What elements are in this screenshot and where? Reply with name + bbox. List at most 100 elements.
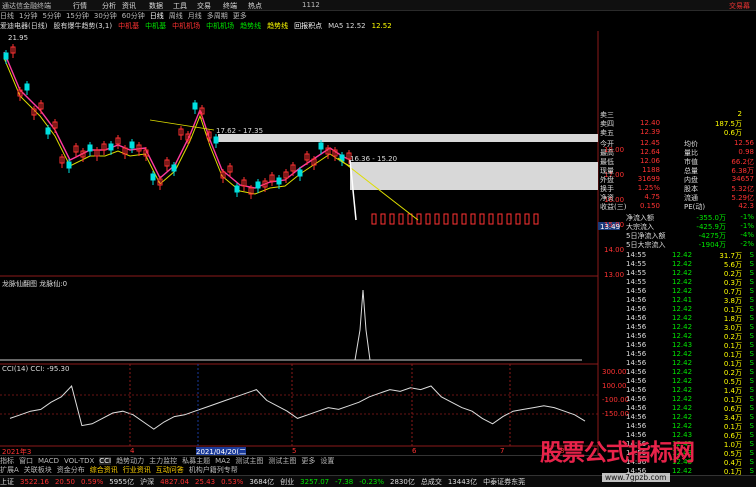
indicator-tab[interactable]: 私募主题 xyxy=(182,456,210,466)
indicator-tab[interactable]: 主力监控 xyxy=(149,456,177,466)
date-label: 7 xyxy=(500,447,505,455)
tick-row: 14:56 12.42 0.1万 S xyxy=(598,305,756,314)
sell-row-cell: 卖五 xyxy=(600,129,614,137)
indicator-tab[interactable]: MACD xyxy=(38,457,59,465)
candle-body xyxy=(171,164,177,172)
date-label: 4 xyxy=(130,447,135,455)
flow-row: 5日净流入额 -4275万 -4% xyxy=(598,231,756,240)
tick-row-cell: S xyxy=(749,413,754,421)
tick-row-cell: 12.42 xyxy=(672,404,693,412)
sell-row: 卖三 2 xyxy=(598,110,756,119)
tick-row: 14:55 12.42 0.3万 S xyxy=(598,278,756,287)
indicator-tab[interactable]: 趋势动力 xyxy=(116,456,144,466)
info-tab[interactable]: 综合资讯 xyxy=(90,465,118,475)
indicator-tab[interactable]: CCI xyxy=(99,456,112,465)
indicator-tab[interactable]: 设置 xyxy=(320,456,334,466)
info-row: 最低 12.06 市值 66.2亿 xyxy=(598,157,756,166)
status-item: 20.50 xyxy=(54,477,75,486)
tick-row-cell: 12.42 xyxy=(672,314,693,322)
status-item: 13443亿 xyxy=(447,477,478,486)
status-item: 3684亿 xyxy=(249,477,275,486)
info-row: 外盘 31699 内盘 34657 xyxy=(598,175,756,184)
tick-row-cell: 14:55 xyxy=(626,269,647,277)
candle-body xyxy=(150,173,156,181)
indicator-tab[interactable]: MA2 xyxy=(215,457,230,465)
candle-body xyxy=(434,213,440,225)
tick-row-cell: 14:56 xyxy=(626,350,647,358)
indicator-tab[interactable]: VOL-TDX xyxy=(64,457,94,465)
candle-body xyxy=(533,213,539,225)
box-label-upper: 17.62 - 17.35 xyxy=(216,127,264,135)
candle-body xyxy=(87,144,93,152)
tick-row-cell: S xyxy=(749,350,754,358)
tick-row-cell: 14:56 xyxy=(626,413,647,421)
candle-body xyxy=(255,181,261,189)
tick-row-cell: 14:56 xyxy=(626,386,647,394)
tick-row-cell: S xyxy=(749,278,754,286)
candle-body xyxy=(297,169,303,177)
tick-row-cell: 12.42 xyxy=(672,395,693,403)
indicator-tab[interactable]: 测试主图 xyxy=(235,456,263,466)
candle-body xyxy=(506,213,512,225)
info-row-cell: 1.25% xyxy=(637,184,660,192)
resistance-box-lower xyxy=(350,162,598,190)
candle-body xyxy=(452,213,458,225)
info-tab[interactable]: 资金分布 xyxy=(57,465,85,475)
tick-row-cell: 12.42 xyxy=(672,359,693,367)
tick-row-cell: 12.43 xyxy=(672,341,693,349)
candle-body xyxy=(318,142,324,150)
info-tab[interactable]: 行业资讯 xyxy=(123,465,151,475)
tick-row: 14:56 12.42 0.5万 S xyxy=(598,377,756,386)
tick-row: 14:56 12.42 3.0万 S xyxy=(598,323,756,332)
info-tabs: 扩展A 关联板块 资金分布 综合资讯 行业资讯 互动问答 机构户籍列专帮 xyxy=(0,465,600,475)
tick-row-cell: 14:56 xyxy=(626,395,647,403)
tick-row: 14:56 12.42 1.4万 S xyxy=(598,386,756,395)
info-tab[interactable]: 机构户籍列专帮 xyxy=(189,465,238,475)
info-tab[interactable]: 互动问答 xyxy=(156,465,184,475)
flow-row-cell: -1904万 xyxy=(698,241,726,249)
status-item: 创业 xyxy=(280,477,295,486)
tick-row-cell: S xyxy=(749,386,754,394)
tick-row-cell: 14:55 xyxy=(626,278,647,286)
info-tab[interactable]: 扩展A xyxy=(0,465,19,475)
candle-body xyxy=(192,102,198,110)
indicator-tab[interactable]: 窗口 xyxy=(19,456,33,466)
tick-row: 14:56 12.42 0.7万 S xyxy=(598,287,756,296)
tick-row-cell: 12.42 xyxy=(672,377,693,385)
status-item: 上证 xyxy=(0,477,14,486)
date-label: 5 xyxy=(292,447,297,455)
candle-body xyxy=(398,213,404,225)
tick-row-cell: 12.42 xyxy=(672,251,693,259)
status-item: 25.43 xyxy=(195,477,216,486)
tick-row-cell: S xyxy=(749,323,754,331)
status-item: 0.53% xyxy=(221,477,244,486)
tick-row: 14:56 12.43 0.1万 S xyxy=(598,341,756,350)
tick-row-cell: 12.42 xyxy=(672,305,693,313)
tick-row: 14:56 12.42 3.4万 S xyxy=(598,413,756,422)
status-item: 3257.07 xyxy=(300,477,330,486)
tick-row-cell: S xyxy=(749,359,754,367)
tick-row-cell: 12.42 xyxy=(672,368,693,376)
tick-row-cell: 12.42 xyxy=(672,287,693,295)
info-row-cell: 12.06 xyxy=(639,157,660,165)
box-label-lower: 16.36 - 15.20 xyxy=(350,155,398,163)
watermark: 股票公式指标网 www.7gpzb.com xyxy=(540,433,756,487)
info-tab[interactable]: 关联板块 xyxy=(24,465,52,475)
info-row: 现量 1188 总量 6.38万 xyxy=(598,166,756,175)
info-row: 收益(三) 0.150 PE(动) 42.3 xyxy=(598,202,756,211)
indicator-tab[interactable]: 测试主图 xyxy=(268,456,296,466)
indicator-tab[interactable]: 更多 xyxy=(301,456,315,466)
info-row-cell: 12.56 xyxy=(733,139,754,147)
candle-body xyxy=(108,143,114,151)
sell-row-cell: 0.6万 xyxy=(723,129,742,137)
quote-panel: 卖三 2 卖四 12.40 187.5万 卖五 12.39 0.6万 今开 12.45 均价 12.5… xyxy=(598,110,756,485)
indicator-tab[interactable]: 指标 xyxy=(0,456,14,466)
candle-body xyxy=(515,213,521,225)
tick-row-cell: 12.42 xyxy=(672,386,693,394)
status-item: 3522.16 xyxy=(20,477,49,486)
tick-row-cell: 14:56 xyxy=(626,404,647,412)
tick-row-cell: 14:56 xyxy=(626,314,647,322)
status-item: 中泰证券东莞 xyxy=(483,477,526,486)
candle-body xyxy=(129,141,135,149)
tick-row-cell: 14:56 xyxy=(626,422,647,430)
